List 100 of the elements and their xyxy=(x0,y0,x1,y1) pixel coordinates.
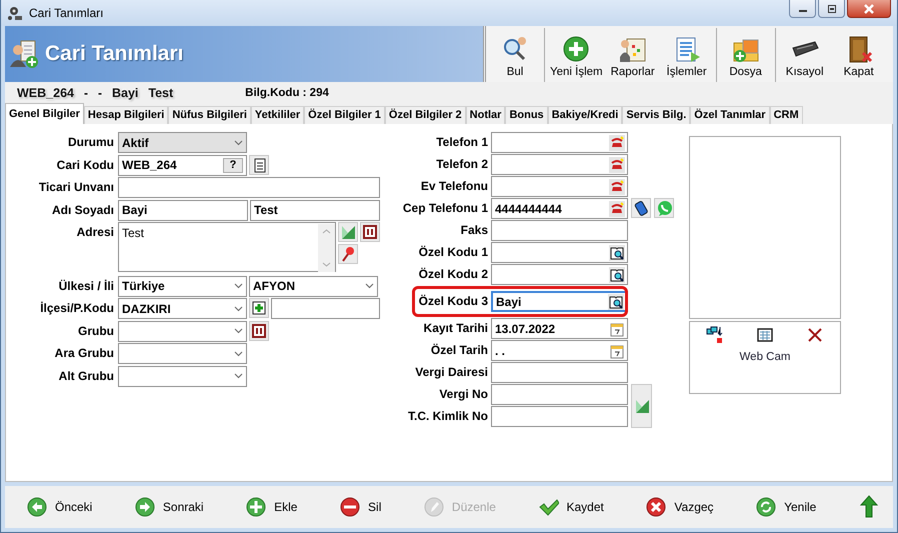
text-field[interactable] xyxy=(118,177,380,198)
toolbar-button[interactable]: Kapat xyxy=(832,28,886,82)
app-icon xyxy=(7,5,23,21)
tab[interactable]: Genel Bilgiler xyxy=(5,103,84,124)
telephone-icon xyxy=(609,156,625,172)
tab[interactable]: Bonus xyxy=(505,106,548,124)
text-field[interactable] xyxy=(491,362,628,383)
text-field[interactable]: Bayi xyxy=(118,200,248,220)
pause-icon xyxy=(362,224,378,240)
dropdown[interactable] xyxy=(118,366,247,386)
toolbar-button[interactable]: Yeni İşlem xyxy=(547,28,606,82)
text-field[interactable] xyxy=(491,242,628,263)
nav-button[interactable]: Önceki xyxy=(23,495,96,519)
field-label: Grubu xyxy=(77,322,114,340)
tab[interactable]: Özel Bilgiler 1 xyxy=(304,106,385,124)
nav-button[interactable]: Yenile xyxy=(752,495,820,519)
address-field[interactable]: Test xyxy=(118,222,336,272)
triangle-button[interactable] xyxy=(631,384,652,428)
field-label: Vergi Dairesi xyxy=(414,364,488,381)
toolbar-button[interactable]: Bul xyxy=(488,28,542,82)
lookup-button[interactable] xyxy=(607,293,625,310)
nav-button[interactable]: Sil xyxy=(336,495,386,519)
toolbar-button[interactable]: Dosya xyxy=(718,28,773,82)
text-field[interactable] xyxy=(491,132,628,153)
nav-button[interactable]: Ekle xyxy=(242,495,302,519)
minimize-button[interactable] xyxy=(789,0,816,18)
phone-button[interactable] xyxy=(608,156,626,173)
tab[interactable]: Yetkililer xyxy=(250,106,304,124)
field-label: Telefon 2 xyxy=(435,156,488,173)
book-search-icon xyxy=(609,266,625,282)
pin-icon xyxy=(340,246,356,262)
nav-button[interactable]: Sonraki xyxy=(130,495,208,519)
phone-button[interactable] xyxy=(608,200,626,217)
text-field[interactable] xyxy=(491,384,628,405)
text-field[interactable] xyxy=(491,154,628,175)
field-label: T.C. Kimlik No xyxy=(406,408,488,425)
field-label: Durumu xyxy=(67,134,114,151)
user-document-icon xyxy=(9,39,39,69)
webcam-label: Web Cam xyxy=(740,351,790,363)
mobile-phone-icon xyxy=(633,200,649,216)
lookup-button[interactable] xyxy=(608,244,626,261)
tab[interactable]: CRM xyxy=(770,106,803,124)
pin-button[interactable] xyxy=(338,244,358,264)
field-label: Adresi xyxy=(76,224,114,241)
close-button[interactable] xyxy=(847,0,891,18)
dropdown[interactable]: DAZKIRI xyxy=(118,298,247,319)
field-label: Özel Kodu 2 xyxy=(418,266,488,283)
tab[interactable]: Hesap Bilgileri xyxy=(84,106,168,124)
toolbar-button[interactable]: Kısayol xyxy=(778,28,832,82)
phone-button[interactable] xyxy=(608,178,626,195)
summary-text: Bayi xyxy=(112,86,138,100)
lookup-button[interactable] xyxy=(608,266,626,283)
close-icon xyxy=(863,4,875,14)
toolbar-button[interactable]: Raporlar xyxy=(606,28,660,82)
dropdown[interactable]: Aktif xyxy=(118,132,247,153)
tab[interactable]: Notlar xyxy=(466,106,506,124)
dropdown[interactable]: AFYON xyxy=(249,276,378,296)
text-field[interactable]: 4444444444 xyxy=(491,198,628,219)
phone-button[interactable] xyxy=(608,134,626,151)
text-field[interactable]: Test xyxy=(250,200,380,220)
connect-button[interactable] xyxy=(705,325,725,345)
triangle-icon xyxy=(634,398,650,414)
help-button[interactable]: ? xyxy=(223,158,243,172)
field-label: Cari Kodu xyxy=(56,156,114,174)
text-field[interactable] xyxy=(491,264,628,285)
search-icon xyxy=(501,35,529,63)
field-label: Adı Soyadı xyxy=(50,202,114,218)
chevron-icon xyxy=(234,373,243,379)
dropdown[interactable]: Türkiye xyxy=(118,276,247,296)
refresh-icon xyxy=(756,497,776,517)
text-field[interactable]: 13.07.2022 xyxy=(491,318,628,339)
telephone-icon xyxy=(609,134,625,150)
pencil-icon xyxy=(424,497,444,517)
text-field[interactable]: . . xyxy=(491,340,628,361)
text-field[interactable] xyxy=(491,176,628,197)
tab[interactable]: Bakiye/Kredi xyxy=(548,106,622,124)
mobile-phone-button[interactable] xyxy=(631,198,651,218)
plus-button[interactable] xyxy=(249,298,269,318)
field-label: Faks xyxy=(460,222,488,239)
text-field[interactable]: WEB_264 ? xyxy=(118,154,247,176)
pause-button[interactable] xyxy=(360,222,380,242)
toolbar-button[interactable]: İşlemler xyxy=(660,28,714,82)
text-field[interactable]: Bayi xyxy=(491,291,628,312)
screen-icon xyxy=(756,326,774,344)
text-field[interactable] xyxy=(491,406,628,427)
maximize-button[interactable] xyxy=(818,0,845,18)
pause-button[interactable] xyxy=(249,320,269,340)
chat-icon xyxy=(656,200,672,216)
text-field[interactable] xyxy=(271,298,380,319)
tab[interactable]: Nüfus Bilgileri xyxy=(168,106,251,124)
tab[interactable]: Özel Bilgiler 2 xyxy=(384,106,466,124)
chevron-icon xyxy=(234,306,243,312)
text-field[interactable] xyxy=(491,220,628,241)
tab[interactable]: Özel Tanımlar xyxy=(690,106,770,124)
document-button[interactable] xyxy=(249,154,269,174)
tab[interactable]: Servis Bilg. xyxy=(622,106,690,124)
nav-button[interactable]: Kaydet xyxy=(534,495,608,519)
nav-button[interactable]: Vazgeç xyxy=(642,495,718,519)
telephone-icon xyxy=(609,200,625,216)
summary-text: Test xyxy=(148,86,174,100)
